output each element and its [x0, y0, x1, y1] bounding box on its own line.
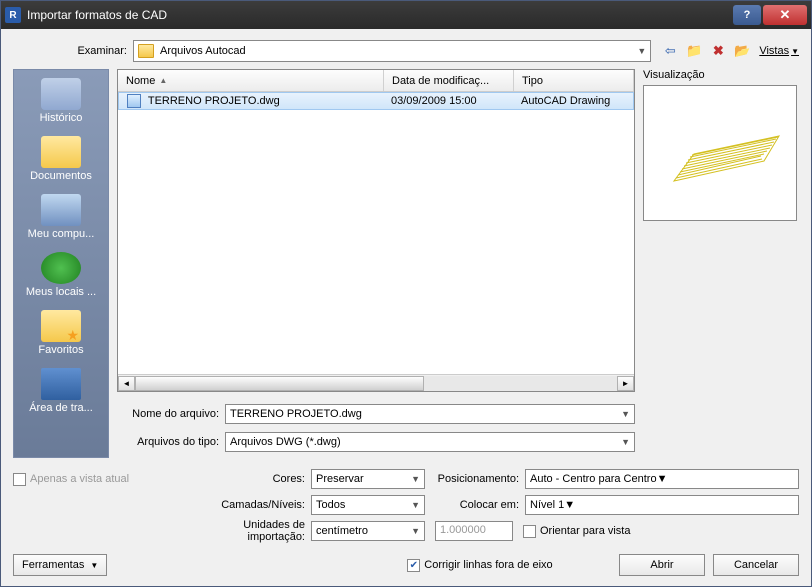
tools-menu-button[interactable]: Ferramentas ▼: [13, 554, 107, 576]
scroll-thumb[interactable]: [135, 376, 424, 391]
positioning-dropdown[interactable]: Auto - Centro para Centro ▼: [525, 469, 799, 489]
file-list: Nome ▲ Data de modificaç... Tipo TERRENO…: [117, 69, 635, 392]
filename-label: Nome do arquivo:: [117, 408, 225, 420]
scroll-right-button[interactable]: ►: [617, 376, 634, 391]
column-date[interactable]: Data de modificaç...: [384, 70, 514, 91]
places-computer[interactable]: Meu compu...: [16, 192, 106, 242]
filetype-label: Arquivos do tipo:: [117, 436, 225, 448]
titlebar: R Importar formatos de CAD ? ✕: [1, 1, 811, 29]
units-label: Unidades de importação:: [183, 519, 311, 543]
preview-image: [644, 86, 797, 221]
cancel-button[interactable]: Cancelar: [713, 554, 799, 576]
column-type[interactable]: Tipo: [514, 70, 634, 91]
lookin-dropdown[interactable]: Arquivos Autocad ▼: [133, 40, 651, 62]
horizontal-scrollbar[interactable]: ◄ ►: [118, 374, 634, 391]
chevron-down-icon: ▼: [411, 474, 420, 484]
back-button[interactable]: ⇦: [661, 42, 679, 60]
colors-dropdown[interactable]: Preservar ▼: [311, 469, 425, 489]
chevron-down-icon: ▼: [657, 473, 668, 485]
history-icon: [41, 78, 81, 110]
chevron-down-icon: ▼: [411, 526, 420, 536]
up-folder-button[interactable]: 📁: [685, 42, 703, 60]
globe-icon: [41, 252, 81, 284]
chevron-down-icon: ▼: [791, 47, 799, 56]
column-name[interactable]: Nome ▲: [118, 70, 384, 91]
open-button[interactable]: Abrir: [619, 554, 705, 576]
lookin-value: Arquivos Autocad: [160, 45, 246, 57]
chevron-down-icon: ▼: [411, 500, 420, 510]
orient-checkbox[interactable]: [523, 525, 536, 538]
folder-icon: [41, 136, 81, 168]
file-row[interactable]: TERRENO PROJETO.dwg 03/09/2009 15:00 Aut…: [118, 92, 634, 110]
units-dropdown[interactable]: centímetro ▼: [311, 521, 425, 541]
chevron-down-icon[interactable]: ▼: [621, 437, 630, 447]
places-bar: Histórico Documentos Meu compu... Meus l…: [13, 69, 109, 458]
layers-dropdown[interactable]: Todos ▼: [311, 495, 425, 515]
chevron-down-icon: ▼: [564, 499, 575, 511]
chevron-down-icon: ▼: [90, 561, 98, 570]
places-desktop[interactable]: Área de tra...: [16, 366, 106, 416]
scroll-track[interactable]: [135, 376, 617, 391]
places-network[interactable]: Meus locais ...: [16, 250, 106, 300]
dialog-body: Examinar: Arquivos Autocad ▼ ⇦ 📁 ✖ 📂 Vis…: [1, 29, 811, 586]
computer-icon: [41, 194, 81, 226]
dwg-file-icon: [127, 94, 141, 108]
sort-asc-icon: ▲: [159, 76, 167, 85]
close-button[interactable]: ✕: [763, 5, 807, 25]
dialog-window: R Importar formatos de CAD ? ✕ Examinar:…: [0, 0, 812, 587]
new-folder-button[interactable]: 📂: [733, 42, 751, 60]
correct-lines-checkbox[interactable]: ✔: [407, 559, 420, 572]
file-list-header: Nome ▲ Data de modificaç... Tipo: [118, 70, 634, 92]
preview-pane: [643, 85, 797, 221]
lookin-label: Examinar:: [13, 45, 133, 57]
scroll-left-button[interactable]: ◄: [118, 376, 135, 391]
filename-input[interactable]: TERRENO PROJETO.dwg ▼: [225, 404, 635, 424]
places-favorites[interactable]: Favoritos: [16, 308, 106, 358]
preview-label: Visualização: [643, 69, 799, 81]
places-documents[interactable]: Documentos: [16, 134, 106, 184]
correct-lines-label: Corrigir linhas fora de eixo: [424, 559, 552, 571]
placeon-dropdown[interactable]: Nível 1 ▼: [525, 495, 799, 515]
positioning-label: Posicionamento:: [435, 473, 525, 485]
view-only-checkbox[interactable]: [13, 473, 26, 486]
app-icon: R: [5, 7, 21, 23]
orient-label: Orientar para vista: [540, 525, 630, 537]
delete-button[interactable]: ✖: [709, 42, 727, 60]
chevron-down-icon: ▼: [637, 46, 646, 56]
folder-icon: [138, 44, 154, 58]
placeon-label: Colocar em:: [435, 499, 525, 511]
places-history[interactable]: Histórico: [16, 76, 106, 126]
chevron-down-icon[interactable]: ▼: [621, 409, 630, 419]
desktop-icon: [41, 368, 81, 400]
layers-label: Camadas/Níveis:: [183, 499, 311, 511]
units-factor: 1.000000: [435, 521, 513, 541]
filetype-dropdown[interactable]: Arquivos DWG (*.dwg) ▼: [225, 432, 635, 452]
favorites-icon: [41, 310, 81, 342]
colors-label: Cores:: [183, 473, 311, 485]
window-title: Importar formatos de CAD: [27, 8, 731, 22]
help-button[interactable]: ?: [733, 5, 761, 25]
view-only-label: Apenas a vista atual: [30, 473, 129, 485]
views-menu[interactable]: Vistas ▼: [759, 45, 799, 57]
